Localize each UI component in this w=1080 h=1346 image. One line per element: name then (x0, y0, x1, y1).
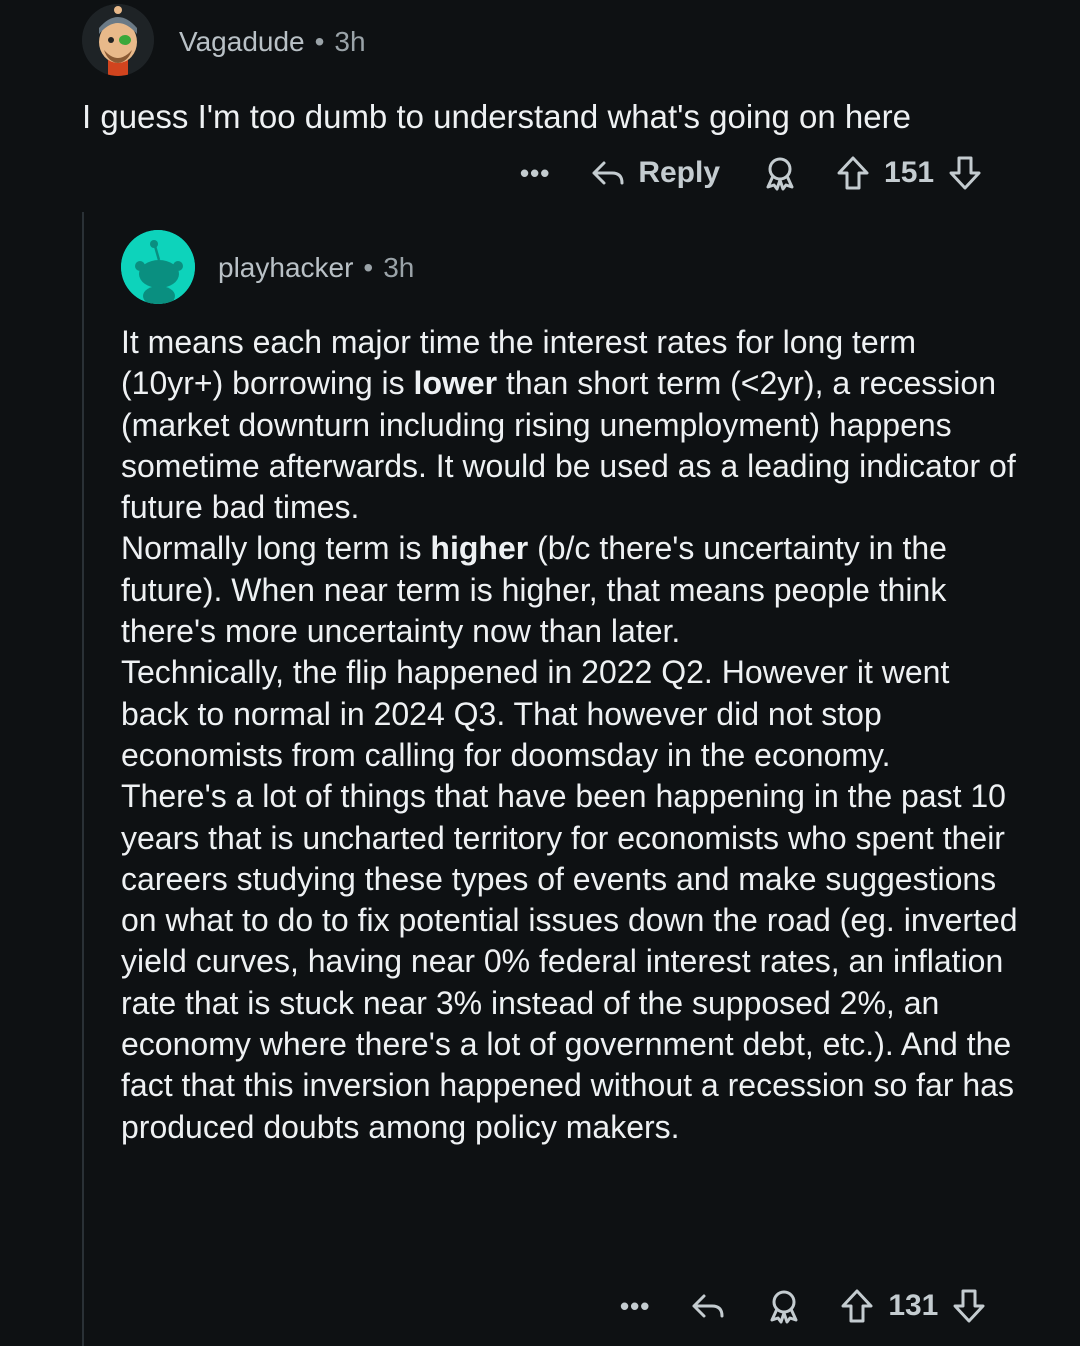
separator-dot: • (314, 26, 325, 57)
timestamp: 3h (383, 252, 415, 283)
comment-meta: playhacker • 3h (218, 252, 414, 284)
avatar[interactable] (82, 4, 154, 76)
paragraph: It means each major time the interest ra… (121, 322, 1021, 528)
paragraph: Technically, the flip happened in 2022 Q… (121, 654, 950, 773)
thread-line[interactable] (82, 212, 84, 1346)
timestamp: 3h (334, 26, 366, 57)
username[interactable]: playhacker (218, 252, 353, 283)
bold-text: lower (413, 365, 498, 402)
paragraph: Normally long term is higher (b/c there'… (121, 528, 1021, 652)
paragraph: There's a lot of things that have been h… (121, 778, 1018, 1145)
vote-score: 131 (888, 1289, 939, 1322)
comment-actions: ••• 131 (620, 1288, 986, 1324)
reply-icon[interactable] (690, 1288, 726, 1324)
upvote-icon[interactable] (836, 155, 870, 191)
upvote-icon[interactable] (840, 1288, 874, 1324)
reply-button[interactable]: Reply (590, 155, 720, 191)
comment-meta: Vagadude • 3h (179, 26, 366, 58)
more-icon[interactable]: ••• (520, 158, 550, 189)
avatar[interactable] (121, 230, 195, 304)
comment-body: It means each major time the interest ra… (121, 322, 1021, 1148)
downvote-icon[interactable] (952, 1288, 986, 1324)
vote-score: 151 (884, 156, 935, 189)
reply-icon (590, 155, 626, 191)
award-icon[interactable] (762, 155, 798, 191)
reply-label: Reply (638, 156, 721, 189)
more-icon[interactable]: ••• (620, 1291, 650, 1322)
separator-dot: • (363, 252, 374, 283)
comment-actions: ••• Reply 151 (520, 155, 982, 191)
username[interactable]: Vagadude (179, 26, 305, 57)
bold-text: higher (430, 530, 529, 567)
text-run: Normally long term is (121, 530, 431, 567)
comment-text: I guess I'm too dumb to understand what'… (82, 98, 911, 135)
award-icon[interactable] (766, 1288, 802, 1324)
downvote-icon[interactable] (948, 155, 982, 191)
